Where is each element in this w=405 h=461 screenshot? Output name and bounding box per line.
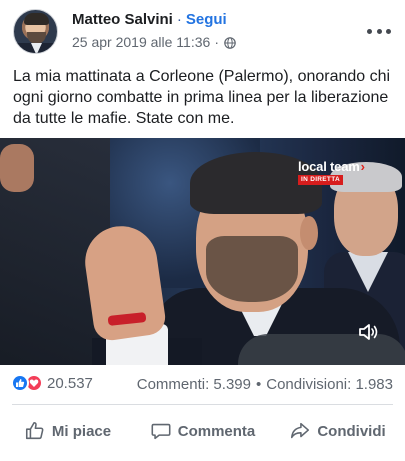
more-options-icon[interactable] — [367, 24, 391, 38]
channel-logo-text: local team — [298, 159, 360, 174]
author-name[interactable]: Matteo Salvini — [72, 11, 173, 28]
background-arm — [0, 144, 34, 192]
divider — [12, 404, 393, 405]
post-stats: 20.537 Commenti: 5.399 • Condivisioni: 1.9… — [0, 368, 405, 398]
like-button[interactable]: Mi piace — [0, 411, 135, 451]
avatar[interactable] — [13, 9, 58, 54]
main-person-beard — [206, 236, 298, 302]
live-badge: IN DIRETTA — [298, 175, 343, 185]
share-label: Condividi — [317, 422, 386, 440]
comment-icon — [151, 423, 171, 440]
action-bar: Mi piace Commenta Condividi — [0, 411, 405, 451]
stats-separator: • — [255, 376, 262, 393]
post-meta: 25 apr 2019 alle 11:36 · — [72, 34, 236, 51]
post-header: Matteo Salvini · Segui 25 apr 2019 alle 11… — [0, 0, 405, 62]
reactions-count: 20.537 — [47, 374, 93, 392]
video-player[interactable]: local team› IN DIRETTA — [0, 138, 405, 365]
main-person-ear — [300, 216, 318, 250]
follow-button[interactable]: Segui — [186, 11, 227, 28]
shares-count[interactable]: Condivisioni: 1.983 — [266, 376, 393, 393]
engagement-counts: Commenti: 5.399 • Condivisioni: 1.983 — [137, 376, 393, 393]
post-text: La mia mattinata a Corleone (Palermo), o… — [13, 68, 391, 127]
comment-button[interactable]: Commenta — [135, 411, 270, 451]
channel-logo: local team› IN DIRETTA — [298, 159, 370, 185]
comment-label: Commenta — [177, 422, 256, 440]
comments-count[interactable]: Commenti: 5.399 — [137, 376, 251, 393]
like-label: Mi piace — [51, 422, 112, 440]
meta-separator: · — [214, 34, 219, 50]
share-arrow-icon — [291, 422, 310, 439]
post-timestamp[interactable]: 25 apr 2019 alle 11:36 — [72, 34, 210, 51]
logo-chevron-icon: › — [360, 159, 365, 174]
speaker-icon[interactable] — [357, 320, 381, 344]
reactions-summary[interactable]: 20.537 — [11, 374, 93, 392]
author-line: Matteo Salvini · Segui — [72, 11, 227, 29]
facebook-post: Matteo Salvini · Segui 25 apr 2019 alle 11… — [0, 0, 405, 461]
globe-icon — [224, 36, 236, 49]
share-button[interactable]: Condividi — [270, 411, 405, 451]
separator-dot: · — [176, 11, 182, 28]
thumbs-up-icon — [25, 421, 44, 440]
like-icon — [11, 374, 29, 392]
